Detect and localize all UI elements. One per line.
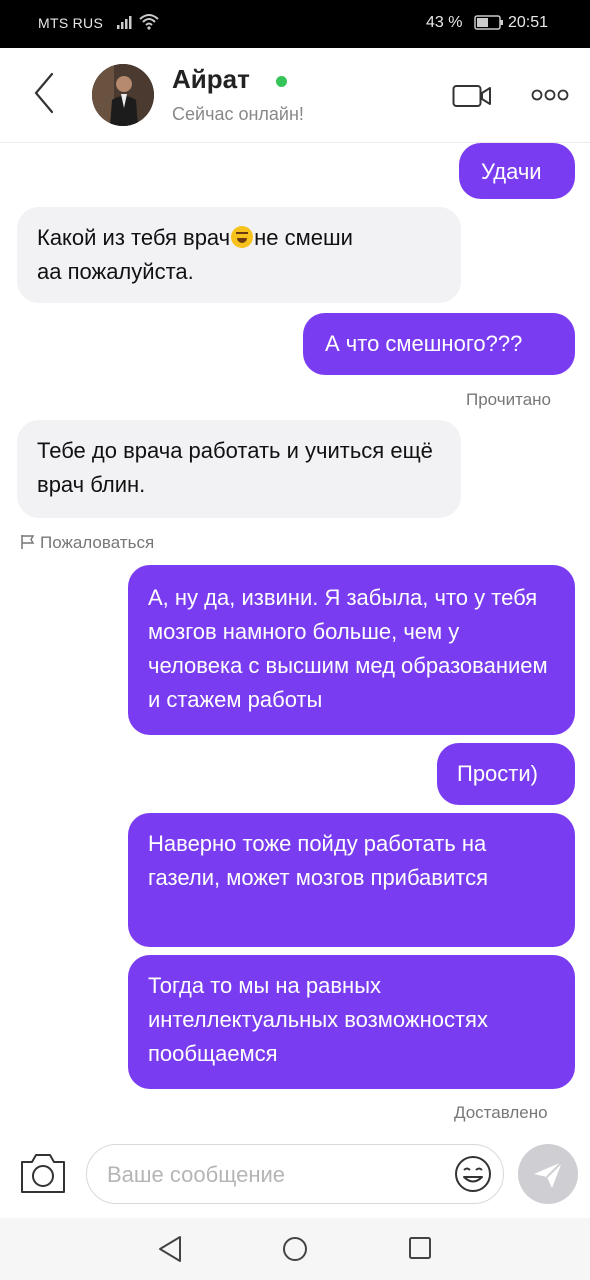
message-text: Наверно тоже пойду работать на газели, м… <box>148 831 489 890</box>
carrier-name: MTS RUS <box>38 15 104 31</box>
message-bubble-outgoing[interactable]: Удачи <box>459 143 575 199</box>
battery-icon <box>474 15 503 30</box>
message-bubble-outgoing[interactable]: Тогда то мы на равных интеллектуальных в… <box>128 955 575 1089</box>
report-link[interactable]: Пожаловаться <box>20 533 154 553</box>
system-nav-bar <box>0 1218 590 1280</box>
delivered-receipt: Доставлено <box>454 1103 548 1122</box>
message-bubble-outgoing[interactable]: Наверно тоже пойду работать на газели, м… <box>128 813 575 947</box>
camera-icon[interactable] <box>18 1150 68 1196</box>
online-indicator <box>276 76 287 87</box>
message-bubble-outgoing[interactable]: Прости) <box>437 743 575 805</box>
message-text: не смеши <box>254 225 353 250</box>
avatar-image <box>92 64 154 126</box>
message-bubble-outgoing[interactable]: А что смешного??? <box>303 313 575 375</box>
contact-status: Сейчас онлайн! <box>172 104 304 124</box>
nav-home-icon[interactable] <box>282 1236 308 1262</box>
send-button[interactable] <box>518 1144 578 1204</box>
wifi-icon <box>139 14 159 30</box>
message-bubble-incoming[interactable]: Тебе до врача работать и учиться ещё вра… <box>17 420 461 518</box>
flag-icon <box>21 535 35 549</box>
message-input[interactable] <box>105 1145 449 1205</box>
message-text: А, ну да, извини. Я забыла, что у тебя м… <box>148 585 548 712</box>
message-text: Какой из тебя врач <box>37 225 231 250</box>
message-bubble-outgoing[interactable]: А, ну да, извини. Я забыла, что у тебя м… <box>128 565 575 735</box>
smile-icon[interactable] <box>453 1154 493 1194</box>
chat-header: Айрат Сейчас онлайн! <box>0 48 590 143</box>
more-options-icon[interactable] <box>530 88 570 102</box>
status-bar: MTS RUS 43 % 20:51 <box>0 0 590 48</box>
message-text: Тогда то мы на равных интеллектуальных в… <box>148 973 488 1066</box>
rofl-emoji-icon <box>231 226 254 248</box>
video-call-icon[interactable] <box>452 82 494 110</box>
message-input-wrapper <box>86 1144 504 1205</box>
message-text: Прости) <box>457 761 538 786</box>
nav-recent-icon[interactable] <box>408 1236 432 1260</box>
message-text: Удачи <box>481 159 542 184</box>
message-text: А что смешного??? <box>325 331 523 356</box>
message-text: аа пожалуйста. <box>37 259 194 284</box>
send-icon <box>534 1161 563 1188</box>
message-text: Тебе до врача работать и учиться ещё вра… <box>37 438 433 497</box>
avatar[interactable] <box>92 64 154 126</box>
report-label: Пожаловаться <box>40 533 155 552</box>
battery-percent: 43 % <box>426 14 463 31</box>
nav-back-icon[interactable] <box>156 1234 184 1264</box>
message-composer <box>0 1140 590 1214</box>
contact-name: Айрат <box>172 64 250 94</box>
message-bubble-incoming[interactable]: Какой из тебя врач не смеши аа пожалуйста… <box>17 207 461 303</box>
read-receipt: Прочитано <box>466 390 551 409</box>
signal-icon <box>117 16 132 29</box>
back-arrow-icon[interactable] <box>30 70 60 116</box>
clock: 20:51 <box>508 14 549 31</box>
